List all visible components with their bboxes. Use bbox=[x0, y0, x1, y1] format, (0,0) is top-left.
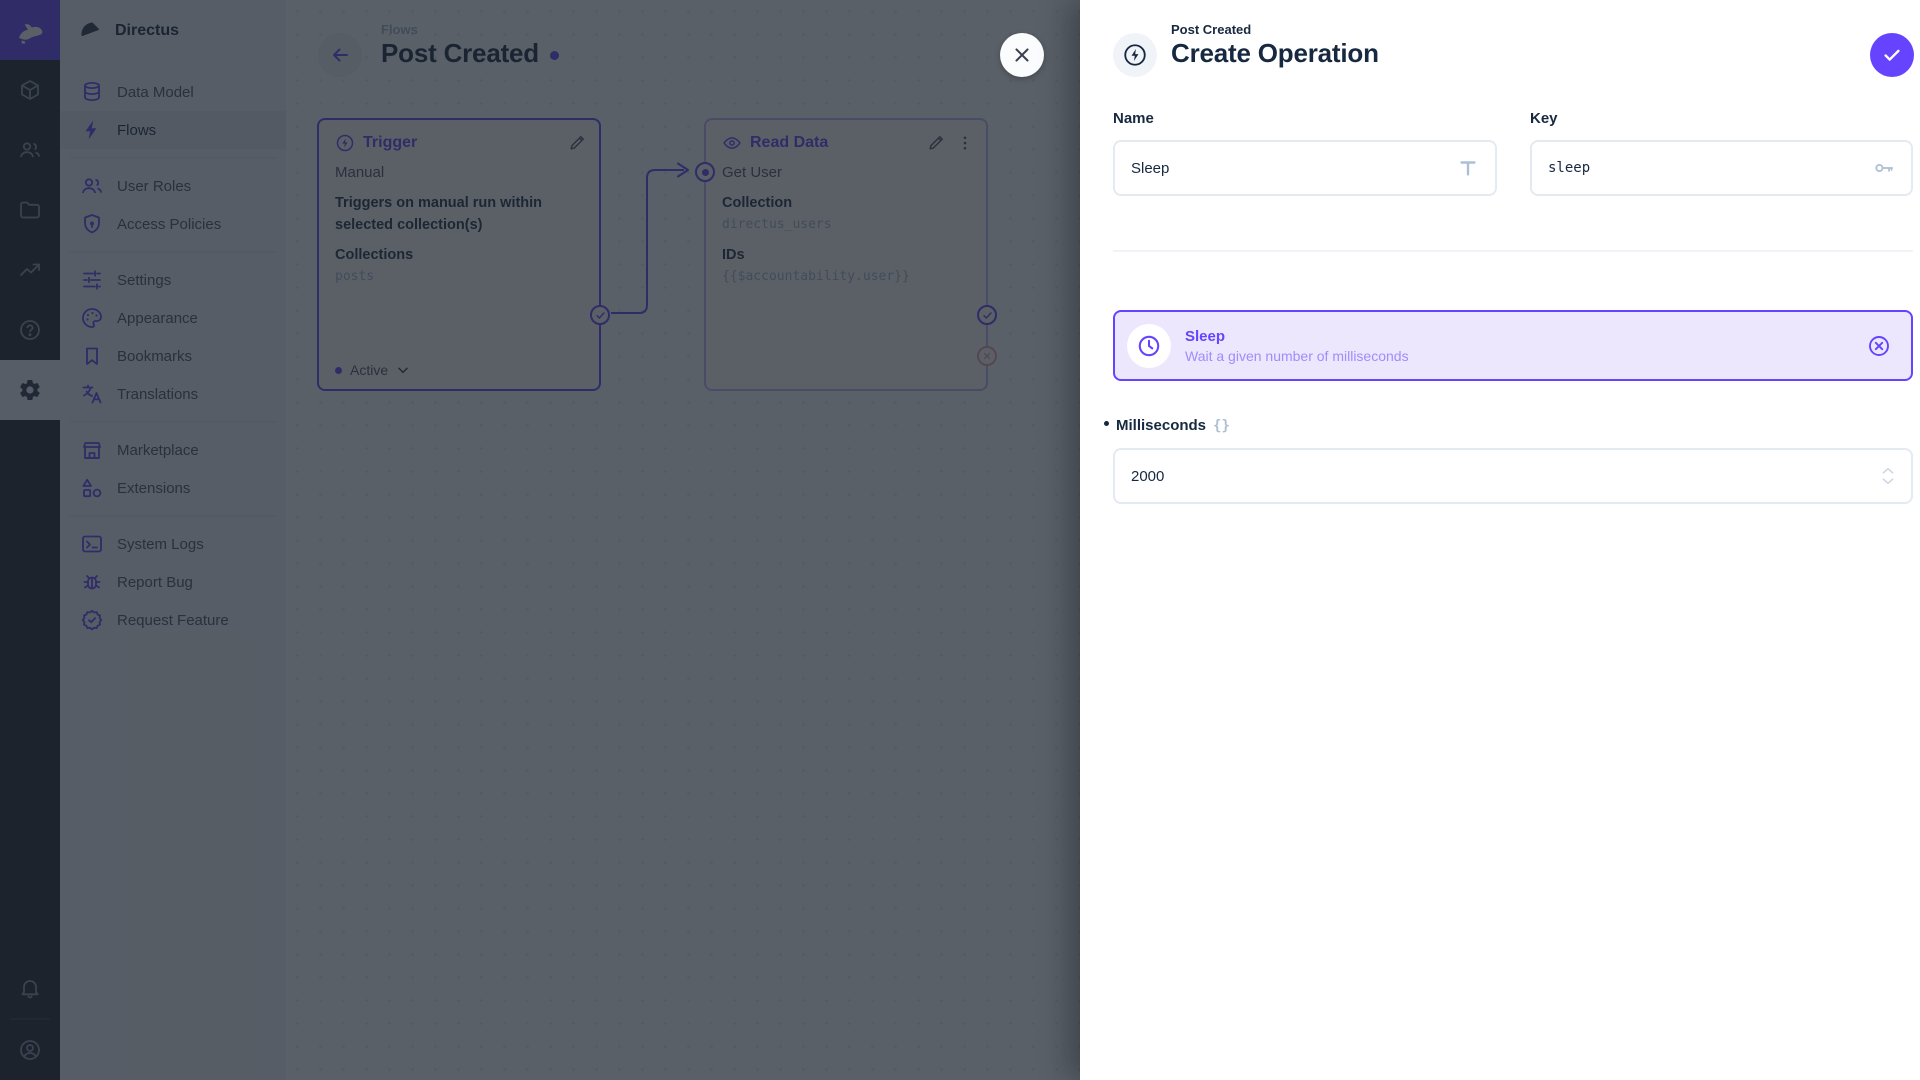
directus-app: Directus Data Model Flows User Roles bbox=[0, 0, 1920, 1080]
drawer-dim-overlay[interactable] bbox=[0, 0, 1080, 1080]
selected-operation-card[interactable]: Sleep Wait a given number of millisecond… bbox=[1113, 310, 1913, 381]
clock-icon bbox=[1138, 335, 1160, 356]
operation-name: Sleep bbox=[1185, 327, 1226, 345]
required-dot bbox=[1104, 421, 1109, 426]
drawer-header-chip bbox=[1113, 33, 1157, 77]
operation-description: Wait a given number of milliseconds bbox=[1185, 347, 1409, 364]
name-field-label: Name bbox=[1113, 110, 1154, 127]
drawer-divider bbox=[1113, 250, 1913, 252]
check-icon bbox=[1884, 49, 1900, 61]
drawer-breadcrumb: Post Created bbox=[1171, 22, 1252, 37]
chevron-down-icon[interactable] bbox=[1881, 477, 1895, 486]
key-field-label: Key bbox=[1530, 110, 1558, 127]
create-operation-drawer: Post Created Create Operation Name Key bbox=[1080, 0, 1920, 1080]
milliseconds-field-label: Milliseconds bbox=[1116, 417, 1207, 434]
deselect-operation-button[interactable] bbox=[1867, 334, 1891, 358]
cancel-circle-icon bbox=[1869, 335, 1889, 356]
key-input[interactable] bbox=[1548, 160, 1873, 176]
bolt-circle-icon bbox=[1124, 44, 1146, 66]
operation-texts: Sleep Wait a given number of millisecond… bbox=[1185, 328, 1853, 364]
drawer-title: Create Operation bbox=[1171, 38, 1379, 68]
milliseconds-input[interactable] bbox=[1131, 467, 1881, 485]
close-drawer-button[interactable] bbox=[1000, 33, 1044, 77]
milliseconds-label-row: Milliseconds {} bbox=[1104, 417, 1230, 434]
save-operation-button[interactable] bbox=[1870, 33, 1914, 77]
name-field bbox=[1113, 140, 1497, 196]
key-field bbox=[1530, 140, 1913, 196]
operation-avatar bbox=[1127, 323, 1171, 368]
title-icon bbox=[1460, 161, 1476, 176]
key-icon bbox=[1875, 164, 1894, 172]
number-stepper[interactable] bbox=[1881, 466, 1895, 486]
close-icon bbox=[1015, 48, 1029, 62]
raw-value-toggle-icon[interactable]: {} bbox=[1213, 418, 1230, 434]
milliseconds-field bbox=[1113, 448, 1913, 504]
name-input[interactable] bbox=[1131, 159, 1457, 177]
chevron-up-icon[interactable] bbox=[1881, 466, 1895, 475]
